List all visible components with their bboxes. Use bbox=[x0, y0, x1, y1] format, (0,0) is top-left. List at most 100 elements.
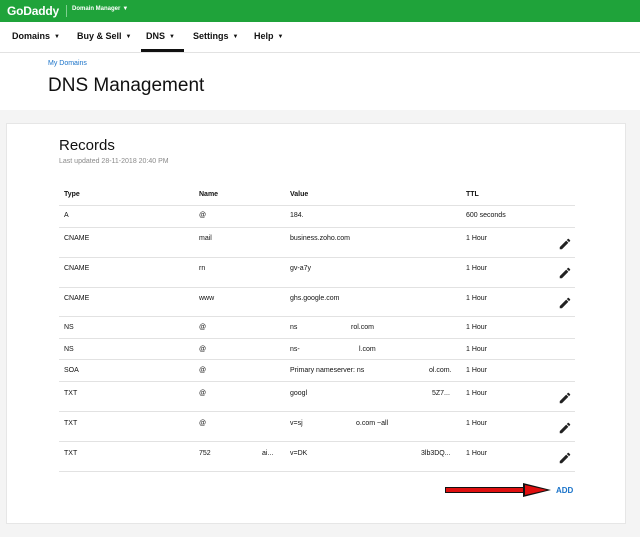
nav-item-label: Help bbox=[254, 31, 274, 41]
chevron-down-icon: ▼ bbox=[232, 34, 239, 40]
nav-item-settings[interactable]: Settings ▼ bbox=[193, 31, 238, 41]
column-header-ttl: TTL bbox=[466, 191, 479, 198]
record-ttl: 1 Hour bbox=[466, 420, 488, 427]
nav-item-dns[interactable]: DNS ▼ bbox=[146, 31, 175, 41]
record-value: business.zoho.com bbox=[290, 235, 350, 242]
table-divider bbox=[59, 411, 575, 412]
record-value-tail: ol.com. bbox=[429, 367, 452, 374]
record-value-tail: o.com ~all bbox=[356, 420, 389, 427]
record-type: TXT bbox=[64, 390, 78, 397]
godaddy-logo[interactable]: GoDaddy bbox=[7, 4, 59, 18]
nav-item-help[interactable]: Help ▼ bbox=[254, 31, 283, 41]
record-value: ns- bbox=[290, 346, 300, 353]
record-value-tail: l.com bbox=[359, 346, 376, 353]
record-value: Primary nameserver: ns bbox=[290, 367, 365, 374]
records-card bbox=[6, 123, 626, 524]
record-name: www bbox=[199, 295, 215, 302]
record-value: googl bbox=[290, 390, 308, 397]
record-type: SOA bbox=[64, 367, 79, 374]
record-type: CNAME bbox=[64, 265, 90, 272]
nav-item-label: Domains bbox=[12, 31, 51, 41]
record-ttl: 1 Hour bbox=[466, 450, 488, 457]
record-name: @ bbox=[199, 346, 207, 353]
record-ttl: 1 Hour bbox=[466, 295, 488, 302]
record-value-tail: rol.com bbox=[351, 324, 374, 331]
records-last-updated: Last updated 28-11-2018 20:40 PM bbox=[59, 158, 169, 165]
pencil-icon[interactable] bbox=[558, 421, 572, 435]
record-type: CNAME bbox=[64, 295, 90, 302]
add-record-button[interactable]: ADD bbox=[556, 486, 573, 495]
pencil-icon[interactable] bbox=[558, 451, 572, 465]
record-ttl: 1 Hour bbox=[466, 346, 488, 353]
record-name: @ bbox=[199, 324, 207, 331]
record-name: @ bbox=[199, 420, 207, 427]
record-type: TXT bbox=[64, 420, 78, 427]
chevron-down-icon: ▼ bbox=[169, 34, 175, 40]
record-name: @ bbox=[199, 367, 207, 374]
nav-active-indicator bbox=[141, 49, 184, 52]
record-ttl: 1 Hour bbox=[466, 265, 488, 272]
record-type: NS bbox=[64, 346, 74, 353]
table-divider bbox=[59, 257, 575, 258]
chevron-down-icon: ▼ bbox=[277, 34, 284, 40]
page-title: DNS Management bbox=[48, 75, 205, 96]
record-name: @ bbox=[199, 212, 207, 219]
record-value: gv-a7y bbox=[290, 265, 312, 272]
nav-item-label: Settings bbox=[193, 31, 229, 41]
domain-manager-label: Domain Manager bbox=[72, 6, 121, 12]
column-header-type: Type bbox=[64, 191, 80, 198]
top-bar-divider bbox=[66, 5, 67, 17]
records-title: Records bbox=[59, 137, 115, 154]
table-divider bbox=[59, 381, 575, 382]
record-name: mail bbox=[199, 235, 212, 242]
chevron-down-icon: ▼ bbox=[122, 6, 129, 12]
record-name: rn bbox=[199, 265, 206, 272]
record-name: 752 bbox=[199, 450, 211, 457]
pencil-icon[interactable] bbox=[558, 296, 572, 310]
pencil-icon[interactable] bbox=[558, 266, 572, 280]
record-value: v=DK bbox=[290, 450, 308, 457]
nav-item-label: Buy & Sell bbox=[77, 31, 122, 41]
table-divider bbox=[59, 316, 575, 317]
record-value-tail: 5Z7... bbox=[432, 390, 450, 397]
main-nav: Domains ▼ Buy & Sell ▼ DNS ▼ Settings ▼ Help… bbox=[0, 22, 640, 53]
record-value-tail: 3lb3DQ... bbox=[421, 450, 451, 457]
table-divider bbox=[59, 441, 575, 442]
record-ttl: 1 Hour bbox=[466, 367, 488, 374]
record-ttl: 1 Hour bbox=[466, 390, 488, 397]
record-type: A bbox=[64, 212, 69, 219]
record-value: ns bbox=[290, 324, 298, 331]
chevron-down-icon: ▼ bbox=[125, 34, 132, 40]
pencil-icon[interactable] bbox=[558, 237, 572, 251]
record-ttl: 1 Hour bbox=[466, 324, 488, 331]
table-divider bbox=[59, 359, 575, 360]
table-divider bbox=[59, 338, 575, 339]
record-ttl: 1 Hour bbox=[466, 235, 488, 242]
domain-manager-menu[interactable]: Domain Manager ▼ bbox=[72, 6, 128, 12]
record-type: NS bbox=[64, 324, 74, 331]
table-divider bbox=[59, 287, 575, 288]
table-divider bbox=[59, 471, 575, 472]
table-divider bbox=[59, 227, 575, 228]
red-arrow-annotation bbox=[445, 483, 551, 497]
record-type: TXT bbox=[64, 450, 78, 457]
nav-item-buy-sell[interactable]: Buy & Sell ▼ bbox=[77, 31, 131, 41]
record-type: CNAME bbox=[64, 235, 90, 242]
table-divider bbox=[59, 205, 575, 206]
nav-item-label: DNS bbox=[146, 31, 166, 41]
page-header: My Domains DNS Management bbox=[0, 53, 640, 110]
top-bar: GoDaddy Domain Manager ▼ bbox=[0, 0, 640, 22]
breadcrumb-my-domains[interactable]: My Domains bbox=[48, 60, 87, 67]
record-name: @ bbox=[199, 390, 207, 397]
page-footer bbox=[0, 530, 640, 537]
record-value: 184. bbox=[290, 212, 304, 219]
record-ttl: 600 seconds bbox=[466, 212, 506, 219]
record-value: v=sj bbox=[290, 420, 303, 427]
record-value: ghs.google.com bbox=[290, 295, 340, 302]
chevron-down-icon: ▼ bbox=[54, 34, 60, 40]
record-name-tail: ai... bbox=[262, 450, 274, 457]
nav-item-domains[interactable]: Domains ▼ bbox=[12, 31, 60, 41]
pencil-icon[interactable] bbox=[558, 391, 572, 405]
column-header-name: Name bbox=[199, 191, 219, 198]
column-header-value: Value bbox=[290, 191, 309, 198]
